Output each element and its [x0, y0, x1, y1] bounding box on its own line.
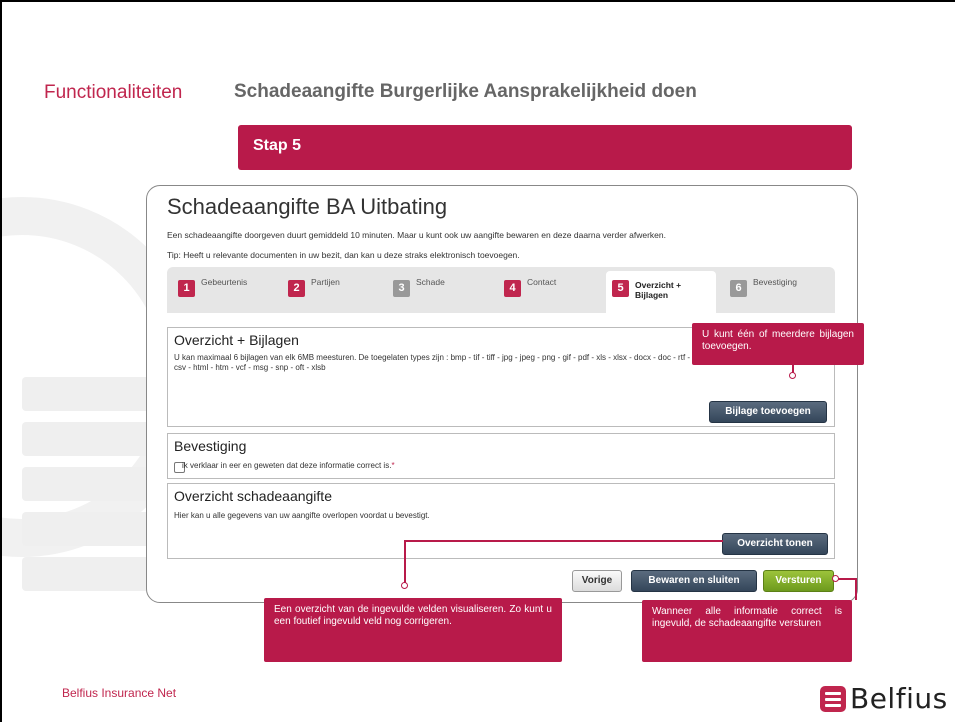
tab-schade[interactable]: 3 Schade: [393, 277, 445, 307]
show-overview-button[interactable]: Overzicht tonen: [722, 533, 828, 555]
callout-pointer: [789, 372, 796, 379]
tip-text: Tip: Heeft u relevante documenten in uw …: [167, 250, 520, 260]
save-close-button[interactable]: Bewaren en sluiten: [631, 570, 757, 592]
overview-title: Overzicht schadeaangifte: [174, 488, 332, 504]
tab-label: Bevestiging: [753, 277, 797, 287]
tab-label: Schade: [416, 277, 445, 287]
overview-description: Hier kan u alle gegevens van uw aangifte…: [174, 511, 430, 520]
tab-gebeurtenis[interactable]: 1 Gebeurtenis: [178, 277, 247, 307]
step-number: 4: [504, 280, 521, 297]
required-mark: *: [391, 461, 395, 470]
logo-text: Belfius: [850, 682, 948, 715]
section-title: Functionaliteiten: [44, 82, 183, 103]
confirmation-panel: Bevestiging ik verklaar in eer en gewete…: [167, 433, 835, 479]
belfius-logo: Belfius: [820, 682, 948, 715]
callout-send: Wanneer alle informatie correct is ingev…: [642, 600, 852, 662]
callout-connector: [404, 540, 406, 583]
tab-label: Partijen: [311, 277, 340, 287]
step-number: 1: [178, 280, 195, 297]
callout-connector: [855, 578, 857, 600]
confirmation-label: ik verklaar in eer en geweten dat deze i…: [182, 461, 395, 470]
tab-label: Gebeurtenis: [201, 277, 248, 287]
belfius-logo-icon: [820, 685, 846, 712]
step-banner: Stap 5: [238, 125, 852, 170]
step-number: 5: [612, 280, 629, 297]
callout-pointer: [832, 575, 839, 582]
intro-text: Een schadeaangifte doorgeven duurt gemid…: [167, 230, 666, 240]
form-title: Schadeaangifte BA Uitbating: [167, 194, 448, 219]
overview-panel: Overzicht schadeaangifte Hier kan u alle…: [167, 483, 835, 559]
step-number: 6: [730, 280, 747, 297]
footer-company: Belfius Insurance Net: [62, 686, 177, 700]
add-attachment-button[interactable]: Bijlage toevoegen: [709, 401, 827, 423]
slide: Functionaliteiten Schadeaangifte Burgerl…: [0, 0, 955, 722]
previous-button[interactable]: Vorige: [572, 570, 622, 592]
tab-overzicht-bijlagen[interactable]: 5 Overzicht + Bijlagen: [606, 271, 716, 313]
step-tabs: 1 Gebeurtenis 2 Partijen 3 Schade 4 Cont…: [167, 267, 835, 313]
confirmation-title: Bevestiging: [174, 438, 247, 454]
callout-connector: [404, 540, 723, 542]
callout-overview: Een overzicht van de ingevulde velden vi…: [264, 598, 562, 662]
tab-bevestiging[interactable]: 6 Bevestiging: [730, 277, 797, 307]
tab-partijen[interactable]: 2 Partijen: [288, 277, 340, 307]
tab-contact[interactable]: 4 Contact: [504, 277, 556, 307]
step-number: 2: [288, 280, 305, 297]
tab-label: Contact: [527, 277, 557, 287]
callout-attachments: U kunt één of meerdere bijlagen toevoege…: [692, 323, 864, 365]
callout-pointer: [401, 582, 408, 589]
tab-label: Overzicht + Bijlagen: [635, 280, 682, 300]
send-button[interactable]: Versturen: [763, 570, 834, 592]
step-number: 3: [393, 280, 410, 297]
page-title: Schadeaangifte Burgerlijke Aansprakelijk…: [234, 81, 697, 102]
